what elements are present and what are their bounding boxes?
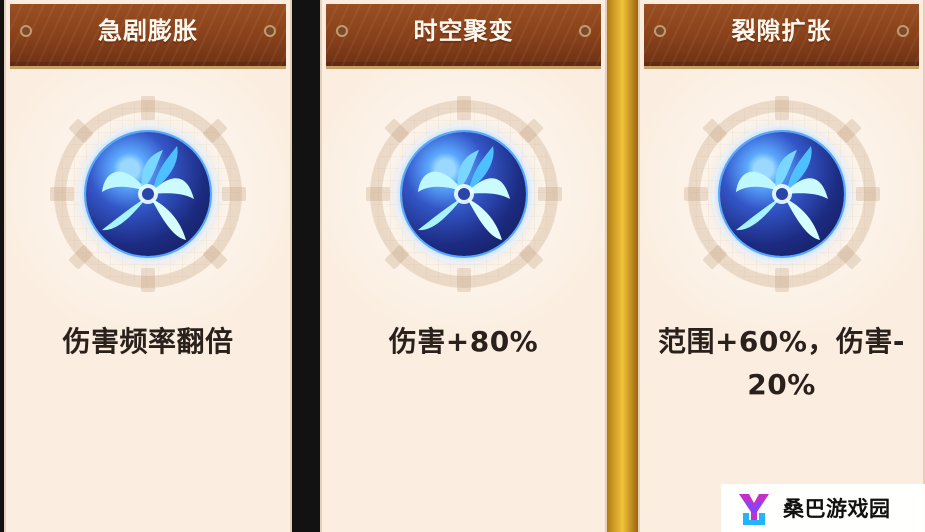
sangba-logo-icon	[739, 494, 769, 525]
icon-frame	[365, 96, 562, 292]
effect-text: 伤害频率翻倍	[62, 325, 234, 358]
vortex-orb-icon	[401, 132, 526, 256]
icon-frame	[683, 96, 880, 292]
center-dark-divider	[292, 0, 320, 532]
effect-text: 伤害+80%	[388, 325, 539, 358]
icon-frame	[50, 96, 246, 292]
vortex-orb-icon	[86, 132, 210, 256]
effect-line-1: 范围+60%，伤害-	[657, 325, 906, 358]
effect-line-2: 20%	[747, 368, 816, 401]
upgrade-card-3[interactable]: 裂隙扩张 范围+60%，伤害- 20%	[638, 0, 925, 532]
selected-gold-divider	[607, 0, 638, 532]
card-title: 急剧膨胀	[98, 17, 198, 45]
upgrade-card-2[interactable]: 时空聚变 伤害+80%	[320, 0, 607, 532]
watermark-text: 桑巴游戏园	[783, 497, 891, 521]
card-title: 裂隙扩张	[731, 17, 832, 45]
upgrade-selection-screen: 急剧膨胀 伤害频率翻倍 时空聚变 伤害+80% 裂隙扩张 范围+60%，伤害- …	[0, 0, 925, 532]
effect-text: 范围+60%，伤害- 20%	[650, 320, 913, 406]
site-watermark: 桑巴游戏园	[721, 484, 925, 532]
vortex-orb-icon	[719, 132, 844, 256]
upgrade-card-1[interactable]: 急剧膨胀 伤害频率翻倍	[4, 0, 292, 532]
card-title: 时空聚变	[413, 17, 514, 45]
